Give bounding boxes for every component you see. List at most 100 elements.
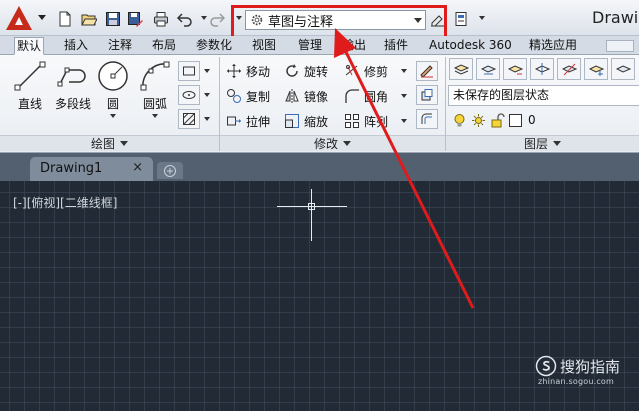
print-icon[interactable] xyxy=(152,10,170,27)
chevron-down-icon[interactable] xyxy=(411,11,425,29)
rectangle-tool-button[interactable] xyxy=(178,61,200,81)
undo-icon[interactable] xyxy=(176,10,194,27)
close-icon[interactable]: × xyxy=(132,160,143,175)
layer-previous-button[interactable] xyxy=(503,58,527,80)
layer-freeze-button[interactable] xyxy=(584,58,608,80)
fillet-tool-button[interactable]: 圆角 xyxy=(344,86,388,106)
layer-lock-button[interactable] xyxy=(611,58,635,80)
gear-icon xyxy=(251,14,263,26)
explode-icon xyxy=(421,89,433,101)
layer-color-swatch[interactable] xyxy=(509,113,522,127)
redo-icon[interactable] xyxy=(208,10,226,27)
open-folder-icon[interactable] xyxy=(80,10,98,27)
chevron-down-icon[interactable] xyxy=(204,69,210,73)
rotate-tool-button[interactable]: 旋转 xyxy=(284,61,328,81)
layer-off-button[interactable] xyxy=(557,58,581,80)
workspace-selector[interactable]: 草图与注释 xyxy=(245,10,426,30)
circle-icon xyxy=(98,61,128,91)
sogou-logo-icon xyxy=(535,355,557,377)
ribbon-panels: 直线 多段线 圆 圆弧 绘图 移动 旋转 修剪 复制 镜像 圆角 拉伸 缩放 阵… xyxy=(0,55,639,153)
stretch-tool-button[interactable]: 拉伸 xyxy=(226,111,270,131)
chevron-down-icon[interactable] xyxy=(401,119,407,123)
ribbon-minimize-button[interactable] xyxy=(606,40,634,52)
scale-tool-label: 缩放 xyxy=(304,114,329,129)
array-tool-button[interactable]: 阵列 xyxy=(344,111,388,131)
tab-annotate[interactable]: 注释 xyxy=(106,37,134,55)
explode-tool-button[interactable] xyxy=(416,85,438,105)
customize-qat-icon[interactable] xyxy=(479,16,485,20)
tab-autodesk-360[interactable]: Autodesk 360 xyxy=(427,37,514,55)
array-tool-label: 阵列 xyxy=(364,114,389,129)
new-drawing-tab-button[interactable] xyxy=(157,162,183,179)
tab-featured-apps[interactable]: 精选应用 xyxy=(527,37,579,55)
layer-state-dropdown[interactable]: 未保存的图层状态 xyxy=(448,85,639,106)
hatch-tool-button[interactable] xyxy=(178,109,200,129)
mirror-tool-button[interactable]: 镜像 xyxy=(284,86,328,106)
move-tool-label: 移动 xyxy=(246,64,271,79)
mirror-icon xyxy=(285,89,299,103)
copy-tool-button[interactable]: 复制 xyxy=(226,86,270,106)
tab-layout[interactable]: 布局 xyxy=(150,37,178,55)
current-layer-name: 0 xyxy=(528,113,536,127)
chevron-down-icon xyxy=(120,141,128,146)
application-menu-button[interactable] xyxy=(2,2,50,34)
redo-dropdown-icon[interactable] xyxy=(236,16,242,20)
chevron-down-icon xyxy=(38,15,46,20)
chevron-down-icon[interactable] xyxy=(152,114,158,118)
current-layer-dropdown[interactable]: 0 xyxy=(452,110,536,130)
file-tab-drawing1[interactable]: Drawing1 × xyxy=(30,157,153,181)
circle-tool-button[interactable]: 圆 xyxy=(92,58,134,130)
erase-tool-button[interactable] xyxy=(416,61,438,81)
chevron-down-icon xyxy=(343,141,351,146)
save-as-icon[interactable] xyxy=(126,10,144,27)
workspace-settings-icon[interactable] xyxy=(429,10,447,27)
layer-isolate-button[interactable] xyxy=(530,58,554,80)
chevron-down-icon[interactable] xyxy=(401,94,407,98)
modify-panel-title[interactable]: 修改 xyxy=(220,135,445,151)
undo-dropdown-icon[interactable] xyxy=(201,16,207,20)
tab-view[interactable]: 视图 xyxy=(250,37,278,55)
move-tool-button[interactable]: 移动 xyxy=(226,61,270,81)
tab-manage[interactable]: 管理 xyxy=(296,37,324,55)
sun-icon[interactable] xyxy=(471,113,486,128)
draw-panel-title[interactable]: 绘图 xyxy=(0,135,219,151)
chevron-down-icon[interactable] xyxy=(110,114,116,118)
scale-tool-button[interactable]: 缩放 xyxy=(284,111,328,131)
polyline-tool-button[interactable]: 多段线 xyxy=(50,58,96,130)
save-icon[interactable] xyxy=(104,10,122,27)
tab-default[interactable]: 默认 xyxy=(14,37,45,55)
layer-match-button[interactable] xyxy=(476,58,500,80)
hatch-icon xyxy=(183,113,195,125)
trim-tool-button[interactable]: 修剪 xyxy=(344,61,388,81)
tab-output[interactable]: 输出 xyxy=(340,37,368,55)
chevron-down-icon[interactable] xyxy=(401,69,407,73)
arc-tool-button[interactable]: 圆弧 xyxy=(134,58,176,130)
layer-lock-icon xyxy=(615,64,631,73)
hatch-ellipse-tool-button[interactable] xyxy=(178,85,200,105)
viewport-controls-label[interactable]: [-][俯视][二维线框] xyxy=(13,194,117,211)
copy-icon xyxy=(227,89,241,103)
offset-tool-button[interactable] xyxy=(416,109,438,129)
file-tab-bar: Drawing1 × xyxy=(0,153,639,181)
unlock-icon[interactable] xyxy=(490,112,505,128)
line-icon xyxy=(14,61,46,91)
file-tab-name: Drawing1 xyxy=(40,161,103,176)
watermark: 搜狗指南 zhinan.sogou.com xyxy=(535,355,620,386)
layer-panel-title-text: 图层 xyxy=(523,137,548,151)
layer-panel-title[interactable]: 图层 xyxy=(446,135,639,151)
lightbulb-icon[interactable] xyxy=(452,113,467,128)
eraser-icon xyxy=(420,65,433,78)
chevron-down-icon[interactable] xyxy=(204,93,210,97)
tab-plugins[interactable]: 插件 xyxy=(382,37,410,55)
chevron-down-icon[interactable] xyxy=(204,117,210,121)
tab-parametric[interactable]: 参数化 xyxy=(194,37,234,55)
line-tool-button[interactable]: 直线 xyxy=(9,58,51,130)
tab-insert[interactable]: 插入 xyxy=(62,37,90,55)
new-file-icon[interactable] xyxy=(56,10,74,27)
layer-properties-button[interactable] xyxy=(449,58,473,80)
stretch-icon xyxy=(227,116,241,126)
crosshair-cursor-vertical xyxy=(311,189,312,241)
workspace-value: 草图与注释 xyxy=(268,14,334,30)
layer-properties-icon[interactable] xyxy=(452,10,470,27)
layer-previous-icon xyxy=(507,64,523,74)
